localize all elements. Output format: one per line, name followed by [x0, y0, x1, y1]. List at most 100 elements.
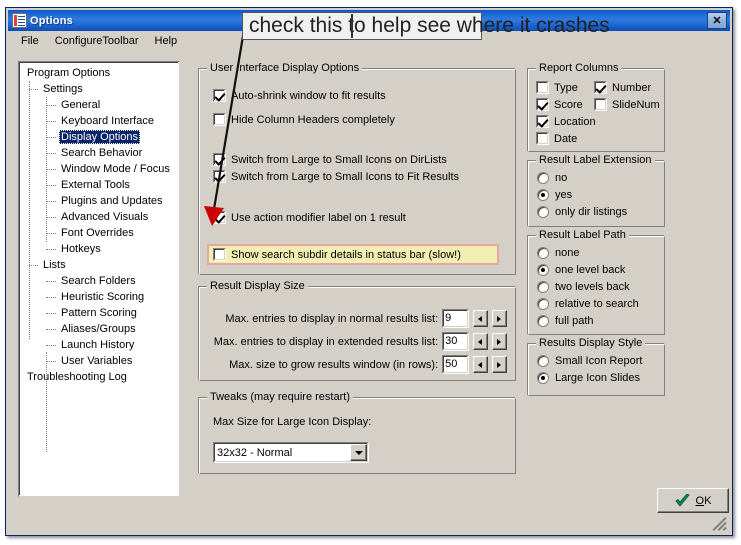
- menu-item-help[interactable]: Help: [147, 33, 186, 49]
- radio-icon: [537, 189, 549, 201]
- radio-icon: [537, 264, 549, 276]
- tree-item-settings[interactable]: Settings: [19, 81, 179, 97]
- checkbox-switch-small-icons-dirlists[interactable]: Switch from Large to Small Icons on DirL…: [213, 153, 447, 166]
- dialog-client-area: Program Options Settings General Keyboar…: [8, 50, 730, 533]
- select-value: 32x32 - Normal: [217, 446, 293, 459]
- tree-item-pattern-scoring[interactable]: Pattern Scoring: [19, 305, 179, 321]
- tree-item-aliases-groups[interactable]: Aliases/Groups: [19, 321, 179, 337]
- radio-label: relative to search: [555, 298, 639, 310]
- tree-item-font-overrides[interactable]: Font Overrides: [19, 225, 179, 241]
- annotation-text: check this to help see where it crashes: [249, 14, 610, 37]
- group-title-ui-display-options: User Interface Display Options: [207, 62, 363, 74]
- tree-item-display-options[interactable]: Display Options: [19, 129, 179, 145]
- checkbox-label: Score: [554, 98, 583, 111]
- radio-label: none: [555, 247, 580, 259]
- radio-ext-yes[interactable]: yes: [537, 189, 572, 201]
- checkbox-hide-column-headers[interactable]: Hide Column Headers completely: [213, 113, 395, 126]
- checkbox-column-number[interactable]: Number: [594, 81, 651, 94]
- tree-item-launch-history[interactable]: Launch History: [19, 337, 179, 353]
- spinner-up-icon[interactable]: [491, 310, 507, 327]
- group-title-report-columns: Report Columns: [536, 62, 622, 74]
- checkbox-label: Switch from Large to Small Icons to Fit …: [231, 170, 460, 183]
- checkbox-icon: [213, 248, 226, 261]
- tree-item-search-folders[interactable]: Search Folders: [19, 273, 179, 289]
- checkbox-column-score[interactable]: Score: [536, 98, 583, 111]
- group-title-result-display-size: Result Display Size: [207, 280, 308, 292]
- checkbox-label: Show search subdir details in status bar…: [231, 248, 461, 261]
- input-max-entries-extended[interactable]: 30: [442, 332, 469, 351]
- spinner-down-icon[interactable]: [472, 310, 488, 327]
- radio-label: Large Icon Slides: [555, 372, 640, 384]
- spinner-down-icon[interactable]: [472, 333, 488, 350]
- checkbox-auto-shrink-window[interactable]: Auto-shrink window to fit results: [213, 89, 386, 102]
- checkbox-use-action-modifier-label[interactable]: Use action modifier label on 1 result: [213, 211, 406, 224]
- tree-item-hotkeys[interactable]: Hotkeys: [19, 241, 179, 257]
- checkbox-label: SlideNum: [612, 98, 660, 111]
- radio-path-relative-to-search[interactable]: relative to search: [537, 298, 639, 310]
- checkbox-icon: [594, 98, 607, 111]
- radio-style-large-icon-slides[interactable]: Large Icon Slides: [537, 372, 640, 384]
- checkbox-show-search-subdir-details[interactable]: Show search subdir details in status bar…: [213, 248, 461, 261]
- checkbox-column-location[interactable]: Location: [536, 115, 596, 128]
- tree-item-window-mode-focus[interactable]: Window Mode / Focus: [19, 161, 179, 177]
- checkbox-column-slidenum[interactable]: SlideNum: [594, 98, 660, 111]
- tree-item-program-options[interactable]: Program Options: [19, 65, 179, 81]
- radio-label: no: [555, 172, 568, 184]
- resize-grip[interactable]: [712, 516, 728, 531]
- tree-item-keyboard-interface[interactable]: Keyboard Interface: [19, 113, 179, 129]
- radio-ext-no[interactable]: no: [537, 172, 567, 184]
- tree-item-advanced-visuals[interactable]: Advanced Visuals: [19, 209, 179, 225]
- radio-path-one-level-back[interactable]: one level back: [537, 264, 625, 276]
- tree-item-plugins-and-updates[interactable]: Plugins and Updates: [19, 193, 179, 209]
- options-tree[interactable]: Program Options Settings General Keyboar…: [18, 61, 180, 497]
- input-max-entries-normal[interactable]: 9: [442, 309, 469, 328]
- tree-item-user-variables[interactable]: User Variables: [19, 353, 179, 369]
- ok-button-label: OK: [695, 494, 712, 507]
- spinner-up-icon[interactable]: [491, 333, 507, 350]
- tree-item-lists[interactable]: Lists: [19, 257, 179, 273]
- row-max-grow-rows: Max. size to grow results window (in row…: [207, 355, 507, 374]
- ok-button[interactable]: OK: [657, 488, 729, 513]
- checkbox-label: Use action modifier label on 1 result: [231, 211, 406, 224]
- radio-label: full path: [555, 315, 594, 327]
- radio-ext-only-dir-listings[interactable]: only dir listings: [537, 206, 627, 218]
- checkbox-icon: [536, 98, 549, 111]
- field-label: Max. entries to display in normal result…: [225, 312, 439, 325]
- radio-path-two-levels-back[interactable]: two levels back: [537, 281, 630, 293]
- checkbox-column-type[interactable]: Type: [536, 81, 578, 94]
- radio-style-small-icon-report[interactable]: Small Icon Report: [537, 355, 642, 367]
- group-title-results-display-style: Results Display Style: [536, 337, 646, 349]
- radio-icon: [537, 298, 549, 310]
- checkbox-label: Type: [554, 81, 578, 94]
- row-max-entries-normal: Max. entries to display in normal result…: [207, 309, 507, 328]
- field-label: Max. size to grow results window (in row…: [229, 358, 439, 371]
- group-title-tweaks: Tweaks (may require restart): [207, 391, 353, 403]
- input-max-grow-rows[interactable]: 50: [442, 355, 469, 374]
- radio-path-none[interactable]: none: [537, 247, 579, 259]
- checkbox-column-date[interactable]: Date: [536, 132, 577, 145]
- checkbox-label: Auto-shrink window to fit results: [231, 89, 386, 102]
- annotation-callout: check this to help see where it crashes: [242, 12, 610, 40]
- checkbox-label: Location: [554, 115, 596, 128]
- spinner-down-icon[interactable]: [472, 356, 488, 373]
- tree-item-troubleshooting-log[interactable]: Troubleshooting Log: [19, 369, 179, 385]
- tree-item-general[interactable]: General: [19, 97, 179, 113]
- menu-item-file[interactable]: File: [13, 33, 47, 49]
- radio-icon: [537, 281, 549, 293]
- select-max-size-large-icon[interactable]: 32x32 - Normal: [213, 442, 369, 463]
- radio-label: one level back: [555, 264, 626, 276]
- menu-item-configuretoolbar[interactable]: ConfigureToolbar: [47, 33, 147, 49]
- tree-item-heuristic-scoring[interactable]: Heuristic Scoring: [19, 289, 179, 305]
- tree-item-search-behavior[interactable]: Search Behavior: [19, 145, 179, 161]
- radio-icon: [537, 172, 549, 184]
- checkbox-label: Date: [554, 132, 578, 145]
- group-result-label-path: Result Label Path none one level back tw…: [527, 229, 665, 335]
- checkbox-switch-small-icons-fit-results[interactable]: Switch from Large to Small Icons to Fit …: [213, 170, 459, 183]
- radio-path-full-path[interactable]: full path: [537, 315, 594, 327]
- group-title-result-label-path: Result Label Path: [536, 229, 629, 241]
- tree-item-external-tools[interactable]: External Tools: [19, 177, 179, 193]
- chevron-down-icon[interactable]: [350, 444, 367, 461]
- close-icon[interactable]: ✕: [707, 12, 727, 29]
- spinner-up-icon[interactable]: [491, 356, 507, 373]
- radio-icon: [537, 355, 549, 367]
